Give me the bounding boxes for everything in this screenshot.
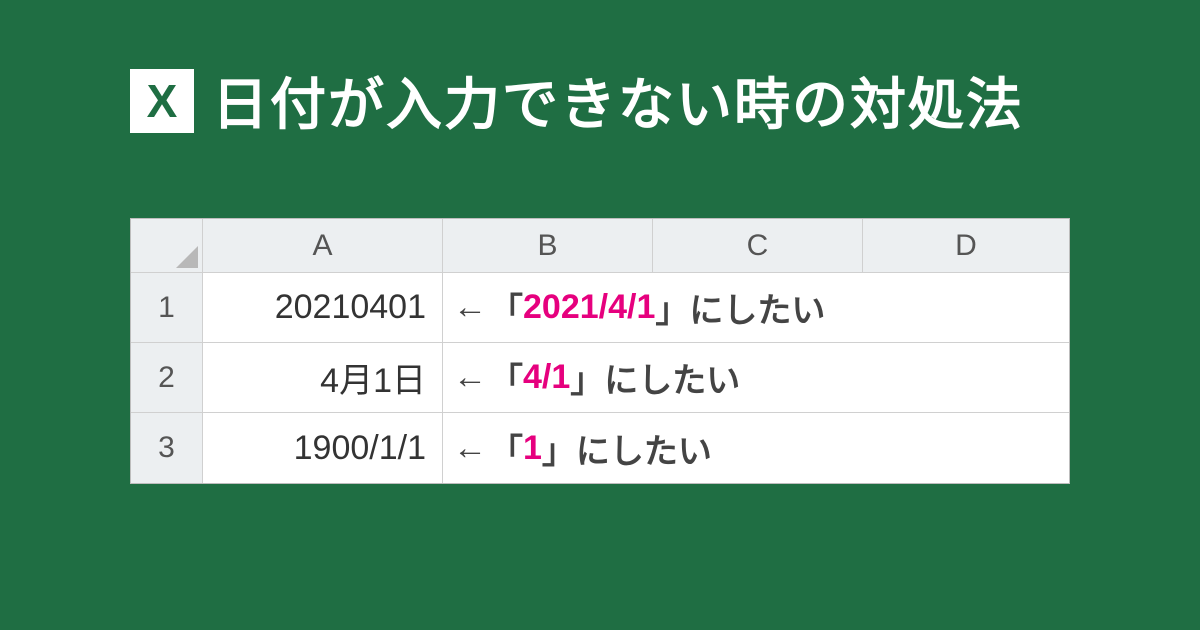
select-all-corner[interactable] [131, 219, 203, 273]
col-header-d[interactable]: D [863, 219, 1069, 273]
cell-a1[interactable]: 20210401 [203, 273, 443, 343]
col-header-b[interactable]: B [443, 219, 653, 273]
annotation-1: ← 「 2021/4/1 」にしたい [443, 273, 1069, 343]
annotation-pre: 「 [489, 283, 523, 332]
annotation-highlight: 2021/4/1 [523, 288, 655, 327]
row-header-2[interactable]: 2 [131, 343, 203, 413]
arrow-left-icon: ← [453, 358, 487, 397]
table-row: 2 4月1日 ← 「 4/1 」にしたい [131, 343, 1069, 413]
excel-icon-letter: X [147, 74, 178, 128]
spreadsheet: A B C D 1 20210401 ← 「 2021/4/1 」にしたい 2 … [130, 218, 1070, 484]
page-title: 日付が入力できない時の対処法 [212, 60, 1024, 141]
annotation-pre: 「 [489, 424, 523, 473]
select-all-triangle-icon [176, 246, 198, 268]
annotation-post: 」にしたい [655, 283, 825, 332]
column-header-row: A B C D [131, 219, 1069, 273]
annotation-3: ← 「 1 」にしたい [443, 413, 1069, 483]
table-row: 1 20210401 ← 「 2021/4/1 」にしたい [131, 273, 1069, 343]
arrow-left-icon: ← [453, 288, 487, 327]
annotation-post: 」にしたい [542, 424, 712, 473]
row-header-3[interactable]: 3 [131, 413, 203, 483]
arrow-left-icon: ← [453, 429, 487, 468]
excel-icon: X [130, 69, 194, 133]
annotation-highlight: 1 [523, 429, 542, 468]
col-header-c[interactable]: C [653, 219, 863, 273]
col-header-a[interactable]: A [203, 219, 443, 273]
annotation-highlight: 4/1 [523, 358, 570, 397]
annotation-post: 」にしたい [570, 353, 740, 402]
cell-a2[interactable]: 4月1日 [203, 343, 443, 413]
table-row: 3 1900/1/1 ← 「 1 」にしたい [131, 413, 1069, 483]
cell-a3[interactable]: 1900/1/1 [203, 413, 443, 483]
annotation-pre: 「 [489, 353, 523, 402]
page-header: X 日付が入力できない時の対処法 [130, 60, 1024, 141]
row-header-1[interactable]: 1 [131, 273, 203, 343]
annotation-2: ← 「 4/1 」にしたい [443, 343, 1069, 413]
